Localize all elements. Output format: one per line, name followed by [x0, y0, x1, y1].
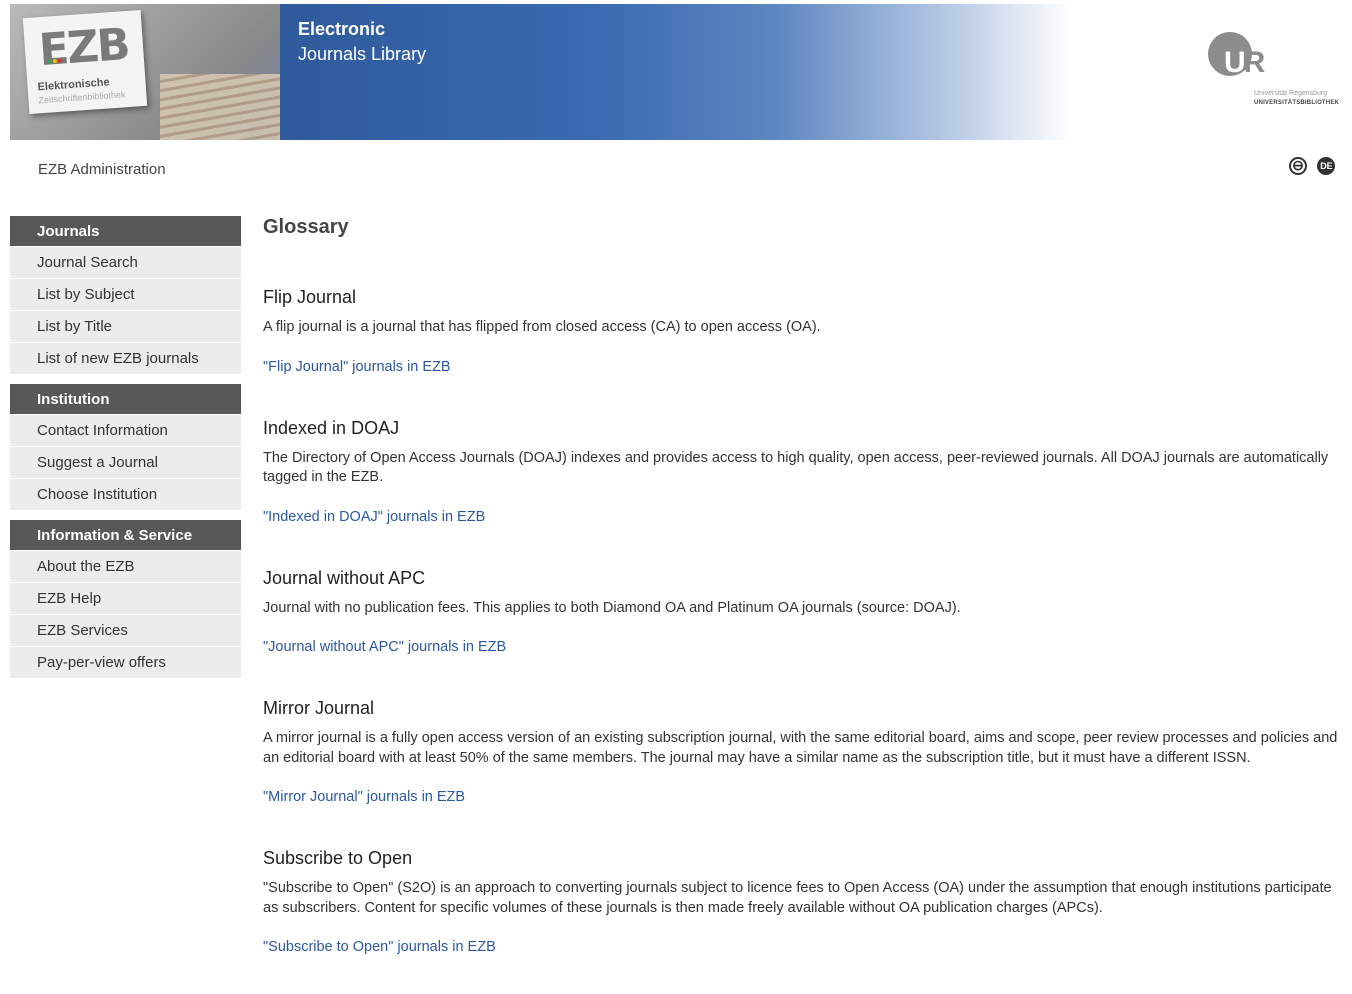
- ur-logo-university: Universität Regensburg: [1254, 90, 1328, 97]
- page-title: Glossary: [263, 216, 349, 238]
- entry-journals-link[interactable]: "Indexed in DOAJ" journals in EZB: [263, 508, 1343, 527]
- sidebar-item-new-journals[interactable]: List of new EZB journals: [10, 342, 241, 374]
- entry-journals-link[interactable]: "Journal without APC" journals in EZB: [263, 638, 1343, 657]
- entry-heading: Mirror Journal: [263, 698, 375, 718]
- sidebar-item-suggest-journal[interactable]: Suggest a Journal: [10, 446, 241, 478]
- university-logo[interactable]: UR Universität Regensburg UNIVERSITÄTSBI…: [1206, 30, 1352, 110]
- language-switcher: ⊖ DE: [1289, 157, 1336, 175]
- sidebar-item-contact-information[interactable]: Contact Information: [10, 414, 241, 446]
- ur-logo-u: U: [1224, 46, 1246, 79]
- glossary-entry: Indexed in DOAJ The Directory of Open Ac…: [263, 417, 1343, 527]
- site-title-line1: Electronic: [298, 19, 386, 39]
- sidebar-item-about-ezb[interactable]: About the EZB: [10, 550, 241, 582]
- entry-journals-link[interactable]: "Subscribe to Open" journals in EZB: [263, 938, 1343, 957]
- entry-heading: Indexed in DOAJ: [263, 417, 400, 438]
- books-image: [160, 74, 280, 140]
- sidebar-item-ezb-help[interactable]: EZB Help: [10, 582, 241, 614]
- ur-logo-r: R: [1243, 46, 1266, 79]
- header-banner: EZB Elektronische Zeitschriftenbibliothe…: [10, 4, 1072, 140]
- nav-heading-institution: Institution: [10, 384, 241, 414]
- language-de-icon[interactable]: DE: [1317, 157, 1336, 175]
- entry-journals-link[interactable]: "Flip Journal" journals in EZB: [263, 358, 1343, 377]
- ezb-logo-text: EZB: [37, 18, 131, 77]
- sidebar-item-journal-search[interactable]: Journal Search: [10, 246, 241, 278]
- glossary-entry: Flip Journal A flip journal is a journal…: [263, 286, 1343, 377]
- sidebar-item-choose-institution[interactable]: Choose Institution: [10, 478, 241, 510]
- sidebar-item-list-by-subject[interactable]: List by Subject: [10, 278, 241, 310]
- glossary-entry: Mirror Journal A mirror journal is a ful…: [263, 697, 1343, 807]
- site-title: Electronic Journals Library: [298, 17, 426, 67]
- sidebar-item-list-by-title[interactable]: List by Title: [10, 310, 241, 342]
- entry-journals-link[interactable]: "Mirror Journal" journals in EZB: [263, 788, 1343, 807]
- entry-heading: Subscribe to Open: [263, 848, 413, 868]
- sidebar-item-pay-per-view[interactable]: Pay-per-view offers: [10, 646, 241, 678]
- main-content: Glossary Flip Journal A flip journal is …: [263, 212, 1343, 957]
- entry-heading: Journal without APC: [263, 567, 426, 588]
- ur-logo-letters: UR: [1224, 46, 1266, 80]
- entry-description: A mirror journal is a fully open access …: [263, 730, 1338, 766]
- entry-heading: Flip Journal: [263, 287, 357, 307]
- entry-description: The Directory of Open Access Journals (D…: [263, 449, 1329, 486]
- banner-photo: EZB Elektronische Zeitschriftenbibliothe…: [10, 4, 280, 140]
- traffic-light-dots: [47, 49, 65, 64]
- ezb-logo[interactable]: EZB Elektronische Zeitschriftenbibliothe…: [22, 10, 148, 114]
- entry-description: "Subscribe to Open" (S2O) is an approach…: [263, 880, 1332, 916]
- nav-heading-journals: Journals: [10, 216, 241, 246]
- entry-description: Journal with no publication fees. This a…: [263, 599, 961, 616]
- entry-description: A flip journal is a journal that has fli…: [263, 319, 821, 335]
- sidebar-item-ezb-services[interactable]: EZB Services: [10, 614, 241, 646]
- ur-logo-library: UNIVERSITÄTSBIBLIOTHEK: [1254, 100, 1340, 106]
- ezb-administration-link[interactable]: EZB Administration: [38, 161, 166, 178]
- glossary-entry: Journal without APC Journal with no publ…: [263, 567, 1343, 658]
- glossary-entry: Subscribe to Open "Subscribe to Open" (S…: [263, 847, 1343, 957]
- nav-group-institution: Institution Contact Information Suggest …: [10, 384, 241, 510]
- contrast-icon[interactable]: ⊖: [1289, 157, 1307, 175]
- nav-group-journals: Journals Journal Search List by Subject …: [10, 216, 241, 374]
- nav-heading-information-service: Information & Service: [10, 520, 241, 550]
- sidebar-nav: Journals Journal Search List by Subject …: [10, 216, 241, 688]
- nav-group-information-service: Information & Service About the EZB EZB …: [10, 520, 241, 678]
- site-title-line2: Journals Library: [298, 44, 427, 64]
